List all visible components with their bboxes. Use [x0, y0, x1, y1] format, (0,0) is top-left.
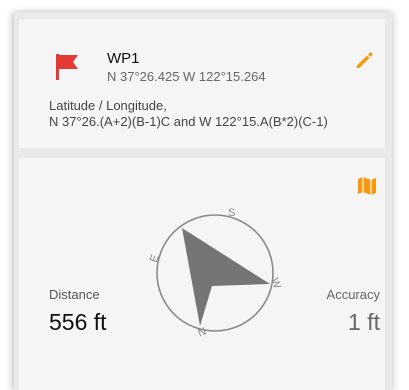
waypoint-name: WP1: [107, 50, 140, 67]
distance-label: Distance: [49, 287, 100, 302]
formula-label: Latitude / Longitude,: [49, 98, 167, 113]
formula-value: N 37°26.(A+2)(B-1)C and W 122°15.A(B*2)(…: [49, 114, 328, 129]
compass: S E W N: [148, 207, 283, 338]
compass-label-n: N: [196, 324, 208, 338]
flag-icon: [56, 54, 78, 80]
compass-label-s: S: [228, 207, 235, 219]
distance-value: 556 ft: [49, 309, 107, 335]
direction-arrow: [182, 228, 270, 326]
waypoint-coordinates: N 37°26.425 W 122°15.264: [107, 69, 266, 84]
accuracy-value: 1 ft: [348, 309, 380, 335]
map-icon[interactable]: [355, 174, 379, 198]
pencil-icon[interactable]: [353, 48, 377, 72]
accuracy-label: Accuracy: [326, 287, 380, 302]
